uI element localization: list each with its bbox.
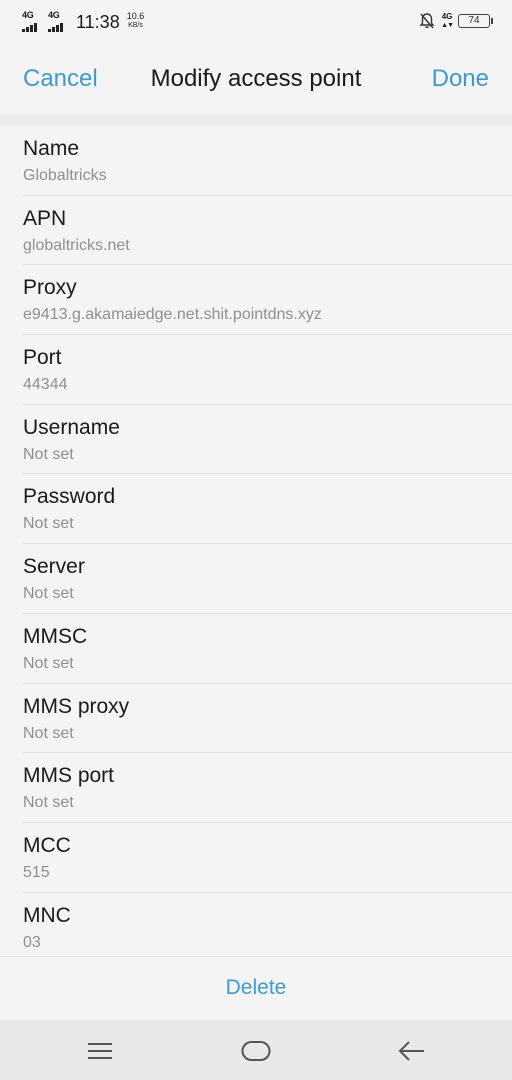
setting-value: Not set: [23, 445, 74, 463]
sim2-network-type: 4G: [48, 10, 60, 20]
setting-label: MMS port: [23, 764, 115, 788]
delete-button[interactable]: Delete: [0, 976, 512, 1000]
menu-button[interactable]: [85, 1036, 115, 1066]
setting-value: Globaltricks: [23, 167, 107, 184]
header: Cancel Modify access point Done: [0, 44, 512, 114]
network-speed: 10.6 KB/s: [127, 10, 145, 31]
system-navigation-bar: [0, 1020, 512, 1080]
setting-label: Username: [23, 415, 120, 439]
done-button[interactable]: Done: [432, 65, 489, 93]
setting-item-proxy[interactable]: Proxy e9413.g.akamaiedge.net.shit.pointd…: [0, 265, 512, 335]
sim1-signal-bars: [22, 23, 37, 32]
bell-off-icon: [419, 13, 435, 29]
back-arrow-icon: [398, 1041, 424, 1061]
home-icon: [241, 1041, 271, 1061]
back-button[interactable]: [397, 1036, 427, 1066]
home-button[interactable]: [241, 1036, 271, 1066]
sim1-signal-icon: 4G: [22, 10, 42, 32]
footer-bar: Delete: [0, 956, 512, 1020]
setting-value: 44344: [23, 376, 68, 394]
setting-item-port[interactable]: Port 44344: [0, 335, 512, 405]
setting-item-apn[interactable]: APN globaltricks.net: [0, 196, 512, 266]
status-bar-right: 4G ▲▼ 74: [419, 12, 493, 30]
setting-label: APN: [23, 206, 67, 230]
setting-item-mmsc[interactable]: MMSC Not set: [0, 614, 512, 684]
setting-item-name[interactable]: Name Globaltricks: [0, 126, 512, 196]
setting-label: MMS proxy: [23, 694, 130, 718]
header-divider: [0, 114, 512, 126]
setting-label: MMSC: [23, 624, 88, 648]
setting-value: 03: [23, 933, 41, 951]
status-bar-left: 4G 4G 11:38 10.6 KB/s: [22, 10, 144, 34]
setting-item-mnc[interactable]: MNC 03: [0, 893, 512, 956]
data-network-type: 4G: [441, 12, 453, 21]
setting-label: Password: [23, 485, 116, 509]
setting-value: Not set: [23, 794, 74, 812]
settings-list[interactable]: Name Globaltricks APN globaltricks.net P…: [0, 126, 512, 956]
setting-item-password[interactable]: Password Not set: [0, 474, 512, 544]
menu-icon: [88, 1043, 112, 1059]
battery-icon: 74: [458, 14, 493, 28]
network-speed-unit: KB/s: [128, 22, 143, 29]
setting-value: globaltricks.net: [23, 236, 130, 254]
sim1-network-type: 4G: [22, 10, 34, 20]
data-network-icon: 4G ▲▼: [441, 12, 454, 29]
setting-value: Not set: [23, 585, 74, 603]
status-bar: 4G 4G 11:38 10.6 KB/s 4G ▲▼ 74: [0, 0, 512, 44]
setting-label: Name: [23, 137, 80, 160]
setting-item-mcc[interactable]: MCC 515: [0, 823, 512, 893]
setting-label: MCC: [23, 833, 71, 857]
setting-label: MNC: [23, 903, 71, 927]
setting-item-username[interactable]: Username Not set: [0, 405, 512, 475]
setting-value: 515: [23, 863, 50, 881]
setting-value: Not set: [23, 654, 74, 672]
setting-item-server[interactable]: Server Not set: [0, 544, 512, 614]
setting-value: Not set: [23, 724, 74, 742]
setting-label: Proxy: [23, 276, 77, 300]
setting-item-mms-port[interactable]: MMS port Not set: [0, 753, 512, 823]
battery-level: 74: [468, 15, 480, 26]
sim2-signal-bars: [48, 23, 63, 32]
setting-item-mms-proxy[interactable]: MMS proxy Not set: [0, 684, 512, 754]
setting-value: Not set: [23, 515, 74, 533]
setting-value: e9413.g.akamaiedge.net.shit.pointdns.xyz: [23, 306, 322, 324]
setting-label: Server: [23, 555, 85, 579]
setting-label: Port: [23, 346, 62, 370]
network-speed-value: 10.6: [126, 11, 145, 21]
sim2-signal-icon: 4G: [48, 10, 68, 32]
clock: 11:38: [76, 12, 120, 32]
